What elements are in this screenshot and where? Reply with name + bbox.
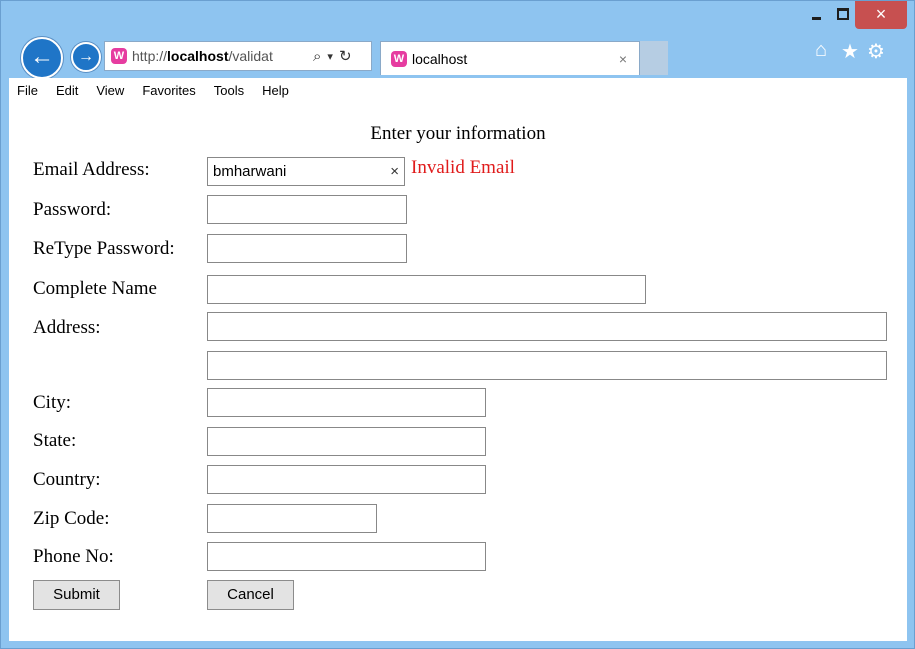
complete-name-input[interactable] [207, 275, 646, 304]
zip-code-input[interactable] [207, 504, 377, 533]
refresh-icon[interactable]: ↻ [339, 47, 352, 65]
tab-favicon-icon: W [391, 50, 407, 67]
email-input[interactable]: bmharwani × [207, 157, 405, 186]
city-input[interactable] [207, 388, 486, 417]
maximize-button[interactable] [829, 1, 857, 29]
search-icon[interactable]: ⌕ [313, 48, 321, 65]
menu-tools[interactable]: Tools [206, 83, 254, 98]
submit-button[interactable]: Submit [33, 580, 120, 610]
email-label: Email Address: [33, 159, 150, 180]
url-host: localhost [167, 48, 229, 64]
url-text: http://localhost/validat [132, 48, 307, 64]
page-content: Enter your information Email Address: bm… [9, 103, 907, 641]
retype-password-input[interactable] [207, 234, 407, 263]
minimize-button[interactable] [801, 1, 831, 29]
favorites-star-icon[interactable]: ★ [841, 39, 859, 64]
email-value: bmharwani [213, 163, 287, 180]
url-path: /validat [228, 48, 273, 64]
forward-button[interactable]: → [71, 42, 101, 72]
menu-edit[interactable]: Edit [48, 83, 88, 98]
phone-input[interactable] [207, 542, 486, 571]
zip-code-label: Zip Code: [33, 508, 110, 529]
phone-label: Phone No: [33, 546, 114, 567]
home-icon[interactable]: ⌂ [815, 39, 827, 62]
back-button[interactable]: ← [21, 37, 63, 79]
country-label: Country: [33, 469, 101, 490]
close-button[interactable]: × [855, 1, 907, 29]
email-error-message: Invalid Email [411, 157, 515, 178]
address-line1-input[interactable] [207, 312, 887, 341]
menu-favorites[interactable]: Favorites [134, 83, 205, 98]
cancel-button[interactable]: Cancel [207, 580, 294, 610]
state-label: State: [33, 430, 77, 451]
site-favicon-icon: W [111, 48, 127, 64]
url-prefix: http:// [132, 48, 168, 64]
tab-localhost[interactable]: W localhost × [380, 41, 640, 75]
password-input[interactable] [207, 195, 407, 224]
form-title: Enter your information [370, 123, 546, 144]
address-line2-input[interactable] [207, 351, 887, 380]
password-label: Password: [33, 199, 112, 220]
tab-close-icon[interactable]: × [619, 51, 627, 67]
menu-bar: File Edit View Favorites Tools Help [9, 78, 907, 104]
new-tab-button[interactable] [640, 41, 668, 75]
country-input[interactable] [207, 465, 486, 494]
clear-input-icon[interactable]: × [390, 158, 399, 185]
menu-help[interactable]: Help [254, 83, 299, 98]
complete-name-label: Complete Name [33, 278, 157, 299]
state-input[interactable] [207, 427, 486, 456]
tools-gear-icon[interactable]: ⚙ [867, 39, 885, 64]
city-label: City: [33, 392, 72, 413]
menu-file[interactable]: File [9, 83, 48, 98]
address-label: Address: [33, 317, 101, 338]
menu-view[interactable]: View [88, 83, 134, 98]
tab-title: localhost [412, 50, 468, 67]
retype-password-label: ReType Password: [33, 238, 175, 259]
address-bar[interactable]: W http://localhost/validat ⌕ ▾ ↻ [104, 41, 372, 71]
dropdown-icon[interactable]: ▾ [327, 50, 333, 63]
browser-window: × ← → W http://localhost/validat ⌕ ▾ ↻ W… [0, 0, 915, 649]
